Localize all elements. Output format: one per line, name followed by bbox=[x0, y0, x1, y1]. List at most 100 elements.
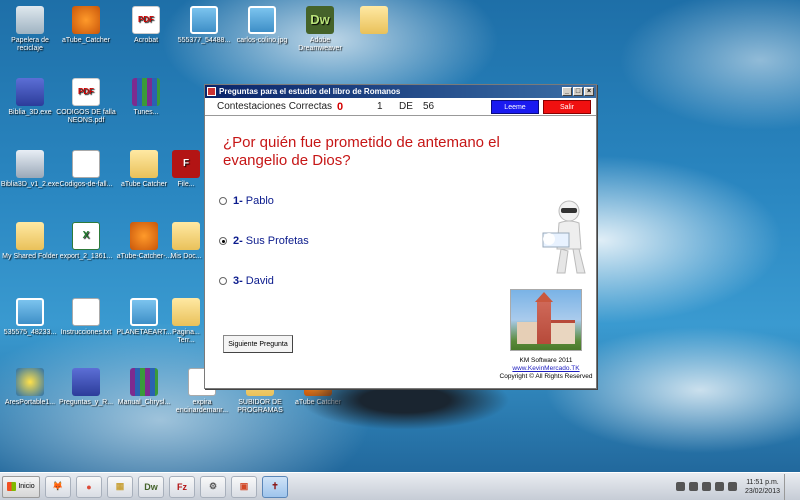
desktop-icon-label: My Shared Folder bbox=[2, 253, 58, 260]
option-number: 2- bbox=[233, 235, 243, 247]
desktop-icon[interactable]: Mis Doc... bbox=[166, 222, 206, 261]
desktop-icon[interactable]: F File... bbox=[166, 150, 206, 189]
presentation-icon[interactable]: ▣ bbox=[231, 475, 257, 498]
desktop-icon[interactable]: 535575_48233... bbox=[0, 298, 62, 337]
document-icon bbox=[72, 150, 100, 178]
desktop-icon[interactable]: Biblia_3D.exe bbox=[0, 78, 62, 117]
desktop-icon-label: Biblia_3D.exe bbox=[8, 109, 52, 116]
image-file-icon bbox=[190, 6, 218, 34]
answer-option-3[interactable]: 3- David bbox=[219, 275, 274, 287]
folder-icon bbox=[172, 222, 200, 250]
signal-icon[interactable] bbox=[727, 482, 737, 491]
correct-answers-label: Contestaciones Correctas bbox=[217, 101, 333, 112]
folder-icon bbox=[16, 222, 44, 250]
dreamweaver-icon: Dw bbox=[306, 6, 334, 34]
explorer-folder-icon[interactable]: ▦ bbox=[107, 475, 133, 498]
desktop-icon-label: Acrobat bbox=[133, 37, 159, 44]
desktop-icon[interactable]: X export_2_1361... bbox=[54, 222, 118, 261]
folder-icon bbox=[360, 6, 388, 34]
desktop-icon[interactable]: Codigos-de-fall... bbox=[54, 150, 118, 189]
minimize-button[interactable]: _ bbox=[562, 87, 572, 96]
show-hidden-icons-icon[interactable] bbox=[675, 482, 685, 491]
exit-button[interactable]: Salir bbox=[543, 100, 591, 114]
desktop-icon-label: 555377_54488... bbox=[177, 37, 231, 44]
desktop-icon[interactable]: Preguntas_y_R... bbox=[54, 368, 118, 407]
network-icon[interactable] bbox=[688, 482, 698, 491]
desktop-icon-label: Mis Doc... bbox=[170, 253, 202, 260]
window-titlebar[interactable]: Preguntas para el estudio del libro de R… bbox=[205, 85, 596, 98]
option-text: Pablo bbox=[245, 195, 274, 207]
desktop-icon-label: Biblia3D_v1_2.exe bbox=[0, 181, 60, 188]
church-photo bbox=[510, 289, 582, 351]
text-file-icon bbox=[72, 298, 100, 326]
desktop-icon-label: aTube_Catcher bbox=[62, 37, 110, 44]
volume-icon[interactable] bbox=[714, 482, 724, 491]
chrome-icon[interactable]: ● bbox=[76, 475, 102, 498]
tools-icon[interactable]: ⚙ bbox=[200, 475, 226, 498]
desktop-icon[interactable]: Instrucciones.txt bbox=[54, 298, 118, 337]
desktop-icon-label: AresPortable1... bbox=[4, 399, 56, 406]
clock-time: 11:51 p.m. bbox=[746, 478, 779, 486]
ares-icon bbox=[16, 368, 44, 396]
installer-icon bbox=[16, 150, 44, 178]
radio-button-selected[interactable] bbox=[219, 237, 227, 245]
desktop-icon-label: 535575_48233... bbox=[3, 329, 57, 336]
desktop-icon[interactable] bbox=[342, 6, 406, 37]
desktop-icon-label: expira encinardemanr... bbox=[175, 399, 229, 414]
desktop-icon[interactable]: Manual_Chrysl... bbox=[112, 368, 176, 407]
start-button[interactable]: Inicio bbox=[2, 475, 40, 498]
show-desktop-button[interactable] bbox=[784, 473, 794, 500]
desktop-icon-label: export_2_1361... bbox=[59, 253, 113, 260]
maximize-button[interactable]: □ bbox=[573, 87, 583, 96]
question-text: ¿Por quién fue prometido de antemano el … bbox=[223, 134, 500, 169]
bible-app-icon[interactable]: ✝ bbox=[262, 475, 288, 498]
clock[interactable]: 11:51 p.m. 23/02/2013 bbox=[745, 478, 780, 496]
desktop-icon[interactable]: carlos-colino.jpg bbox=[230, 6, 294, 45]
folder-icon bbox=[172, 298, 200, 326]
desktop-icon[interactable]: Tunes... bbox=[114, 78, 178, 117]
desktop-icon[interactable]: Papelera de reciclaje bbox=[0, 6, 62, 53]
desktop-icon-label: File... bbox=[177, 181, 195, 188]
desktop-icon[interactable]: aTube_Catcher bbox=[54, 6, 118, 45]
flashget-icon: F bbox=[172, 150, 200, 178]
credits: KM Software 2011 www.KevinMercado.TK Cop… bbox=[499, 357, 593, 381]
dreamweaver-icon[interactable]: Dw bbox=[138, 475, 164, 498]
desktop-icon-label: Preguntas_y_R... bbox=[58, 399, 114, 406]
current-question-number: 1 bbox=[377, 101, 383, 112]
pdf-icon: PDF bbox=[132, 6, 160, 34]
pdf-icon: PDF bbox=[72, 78, 100, 106]
window-title: Preguntas para el estudio del libro de R… bbox=[219, 87, 401, 96]
desktop-icon-label: Codigos-de-fall... bbox=[59, 181, 113, 188]
start-label: Inicio bbox=[18, 483, 35, 490]
image-file-icon bbox=[130, 298, 158, 326]
radio-button[interactable] bbox=[219, 277, 227, 285]
excel-icon: X bbox=[72, 222, 100, 250]
taskbar: Inicio 🦊 ● ▦ Dw Fz ⚙ ▣ ✝ 11:51 p.m. 23/0… bbox=[0, 472, 800, 500]
desktop-icon[interactable]: Biblia3D_v1_2.exe bbox=[0, 150, 62, 189]
option-number: 1- bbox=[233, 195, 243, 207]
desktop-icon[interactable]: PDF Acrobat bbox=[114, 6, 178, 45]
answer-option-1[interactable]: 1- Pablo bbox=[219, 195, 274, 207]
copyright-text: Copyright © All Rights Reserved bbox=[499, 373, 593, 380]
desktop-icon-label: Manual_Chrysl... bbox=[117, 399, 171, 406]
desktop-icon[interactable]: AresPortable1... bbox=[0, 368, 62, 407]
recycle-bin-icon bbox=[16, 6, 44, 34]
desktop-icon[interactable]: Pagina... Terr... bbox=[166, 298, 206, 345]
firefox-icon[interactable]: 🦊 bbox=[45, 475, 71, 498]
radio-button[interactable] bbox=[219, 197, 227, 205]
score-bar: Contestaciones Correctas 0 1 DE 56 Leeme… bbox=[205, 98, 596, 116]
installer-icon bbox=[72, 368, 100, 396]
filezilla-icon[interactable]: Fz bbox=[169, 475, 195, 498]
installer-icon bbox=[16, 78, 44, 106]
desktop-icon[interactable]: My Shared Folder bbox=[0, 222, 62, 261]
answer-option-2[interactable]: 2- Sus Profetas bbox=[219, 235, 309, 247]
next-question-button[interactable]: Siguiente Pregunta bbox=[223, 335, 293, 353]
image-file-icon bbox=[248, 6, 276, 34]
website-link[interactable]: www.KevinMercado.TK bbox=[499, 365, 593, 373]
close-button[interactable]: × bbox=[584, 87, 594, 96]
flag-icon[interactable] bbox=[701, 482, 711, 491]
read-me-button[interactable]: Leeme bbox=[491, 100, 539, 114]
desktop-icon[interactable]: PDF CODIGOS DE falla NEONS.pdf bbox=[54, 78, 118, 125]
desktop-icon-label: Pagina... Terr... bbox=[172, 329, 200, 344]
desktop-icon[interactable]: 555377_54488... bbox=[172, 6, 236, 45]
